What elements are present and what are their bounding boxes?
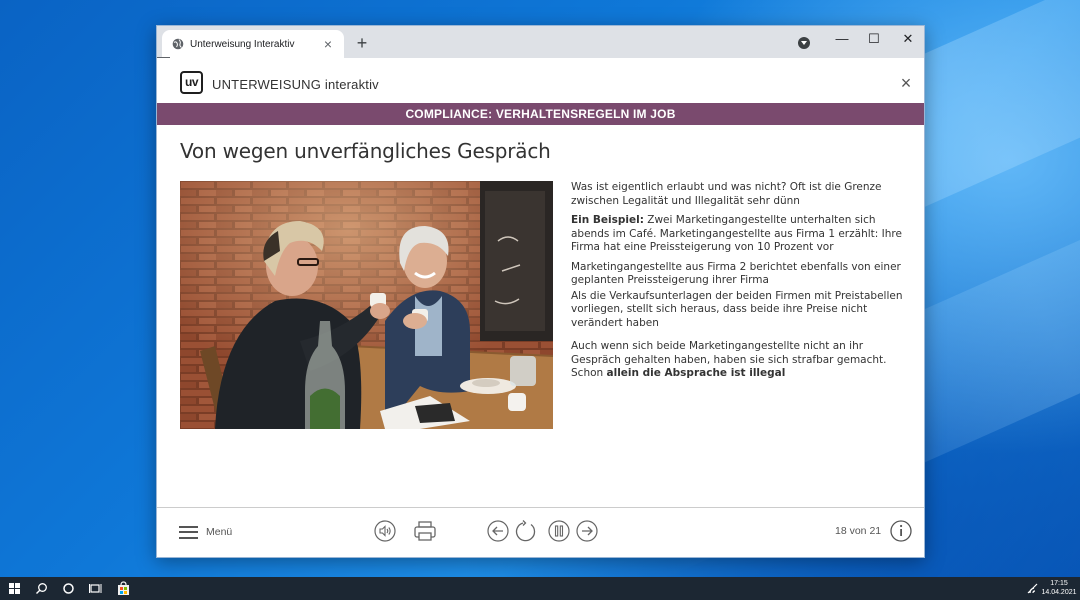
task-view-icon[interactable] [88, 581, 103, 596]
content-text: Was ist eigentlich erlaubt und was nicht… [571, 181, 906, 387]
forward-icon[interactable] [576, 520, 598, 542]
windows-start-icon[interactable] [7, 581, 22, 596]
back-icon[interactable] [487, 520, 509, 542]
network-icon[interactable] [1025, 581, 1040, 596]
tab-search-icon[interactable] [798, 37, 810, 49]
taskbar: 17:15 14.04.2021 [0, 577, 1080, 600]
print-icon[interactable] [413, 520, 437, 542]
app-title: UNTERWEISUNG interaktiv [212, 77, 379, 92]
browser-tab[interactable]: Unterweisung Interaktiv × [162, 30, 344, 58]
footer-divider [157, 507, 924, 508]
system-clock[interactable]: 17:15 14.04.2021 [1040, 579, 1078, 597]
reload-icon[interactable] [515, 520, 537, 542]
window-close-button[interactable]: ✕ [892, 29, 924, 49]
conclusion-emphasis: allein die Absprache ist illegal [606, 367, 786, 379]
app-header: uv UNTERWEISUNG interaktiv × [157, 58, 924, 103]
hamburger-icon [179, 525, 198, 539]
example-label: Ein Beispiel: [571, 214, 644, 226]
menu-label: Menü [206, 526, 233, 538]
paragraph-intro: Was ist eigentlich erlaubt und was nicht… [571, 181, 882, 207]
new-tab-button[interactable]: + [351, 32, 373, 54]
tab-title: Unterweisung Interaktiv [190, 38, 295, 50]
globe-icon [172, 38, 184, 50]
tab-strip: Unterweisung Interaktiv × + — ☐ ✕ [157, 26, 924, 58]
app-close-icon[interactable]: × [896, 73, 916, 93]
clock-date: 14.04.2021 [1041, 589, 1077, 596]
sound-icon[interactable] [374, 520, 396, 542]
paragraph-conclusion: Auch wenn sich beide Marketingangestellt… [571, 340, 906, 381]
minimize-button[interactable]: — [826, 29, 858, 49]
paragraph-preise: Als die Verkaufsunterlagen der beiden Fi… [571, 289, 903, 329]
paragraph-example: Ein Beispiel: Zwei Marketingangestellte … [571, 214, 906, 255]
search-icon[interactable] [34, 581, 49, 596]
store-icon[interactable] [116, 581, 131, 596]
browser-window: Unterweisung Interaktiv × + — ☐ ✕ ›› uv … [156, 25, 925, 558]
clock-time: 17:15 [1050, 580, 1068, 587]
cafe-photo [180, 181, 553, 429]
maximize-button[interactable]: ☐ [858, 29, 890, 49]
uv-logo: uv [180, 71, 203, 94]
pause-icon[interactable] [548, 520, 570, 542]
paragraph-firma2: Marketingangestellte aus Firma 2 bericht… [571, 260, 901, 287]
page-counter: 18 von 21 [835, 525, 882, 537]
cortana-icon[interactable] [61, 581, 76, 596]
menu-button[interactable]: Menü [179, 522, 239, 542]
course-banner: COMPLIANCE: VERHALTENSREGELN IM JOB [157, 103, 924, 125]
tab-close-icon[interactable]: × [318, 37, 338, 51]
page-title: Von wegen unverfängliches Gespräch [180, 139, 551, 163]
info-icon[interactable] [890, 520, 912, 542]
